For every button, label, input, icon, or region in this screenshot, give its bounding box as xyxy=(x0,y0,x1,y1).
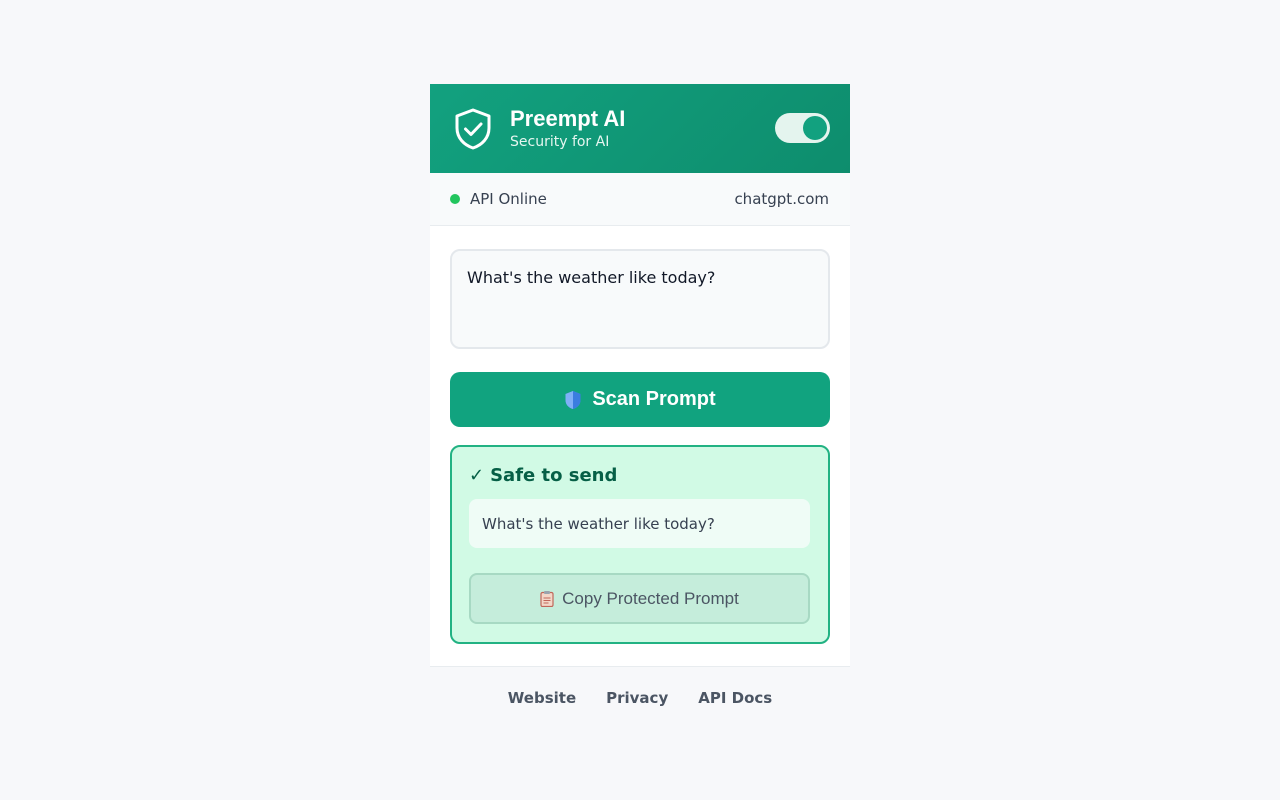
extension-popup: Preempt AI Security for AI API Online ch… xyxy=(430,84,850,729)
brand: Preempt AI Security for AI xyxy=(510,106,625,151)
api-status-text: API Online xyxy=(470,190,547,208)
shield-check-icon xyxy=(452,107,494,151)
footer-link-api-docs[interactable]: API Docs xyxy=(698,689,772,707)
footer-link-privacy[interactable]: Privacy xyxy=(606,689,668,707)
check-icon: ✓ xyxy=(469,465,485,486)
protected-prompt-text: What's the weather like today? xyxy=(469,499,810,548)
scan-prompt-label: Scan Prompt xyxy=(592,388,716,410)
toggle-knob xyxy=(803,116,827,140)
copy-protected-prompt-button[interactable]: Copy Protected Prompt xyxy=(469,573,810,624)
scan-prompt-button[interactable]: Scan Prompt xyxy=(450,372,830,427)
app-title: Preempt AI xyxy=(510,106,626,131)
prompt-input[interactable]: What's the weather like today? xyxy=(450,249,830,349)
status-dot-icon xyxy=(450,194,460,204)
result-title-text: Safe to send xyxy=(490,465,618,486)
header: Preempt AI Security for AI xyxy=(430,84,850,173)
main-panel: What's the weather like today? Scan Prom… xyxy=(430,226,850,666)
current-domain: chatgpt.com xyxy=(734,190,829,208)
scan-result-panel: ✓ Safe to send What's the weather like t… xyxy=(450,445,830,644)
app-subtitle: Security for AI xyxy=(510,134,610,150)
footer-link-website[interactable]: Website xyxy=(508,689,576,707)
protection-toggle[interactable] xyxy=(775,113,830,143)
copy-protected-prompt-label: Copy Protected Prompt xyxy=(562,588,739,608)
status-bar: API Online chatgpt.com xyxy=(430,173,850,226)
api-status: API Online xyxy=(450,190,547,208)
clipboard-icon xyxy=(540,590,554,607)
footer: Website Privacy API Docs xyxy=(430,666,850,729)
result-title: ✓ Safe to send xyxy=(469,465,810,486)
shield-icon xyxy=(564,390,582,410)
